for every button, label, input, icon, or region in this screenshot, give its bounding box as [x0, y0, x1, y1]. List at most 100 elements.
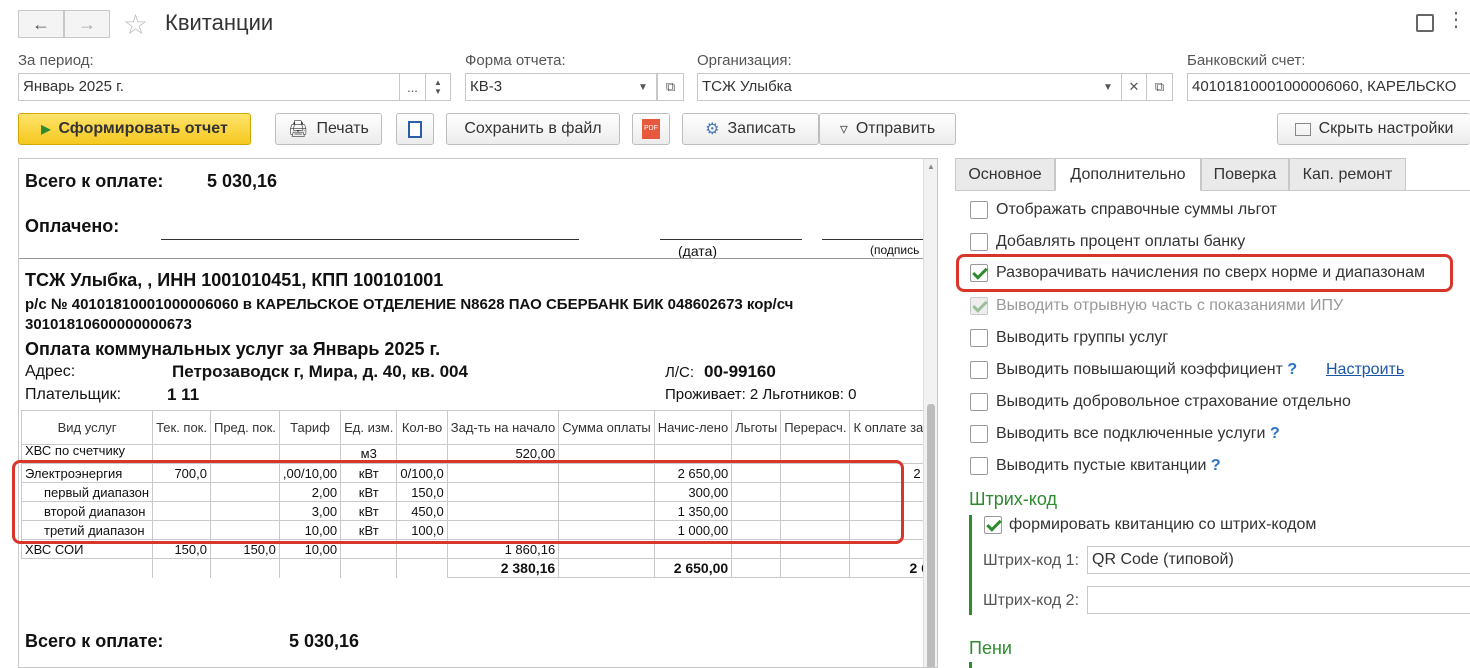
hide-settings-button[interactable]: Скрыть настройки — [1277, 113, 1470, 145]
pdf-icon: PDF — [642, 119, 660, 139]
report-document[interactable]: Всего к оплате: 5 030,16 Оплачено: (дата… — [18, 158, 938, 668]
org-field[interactable]: ТСЖ Улыбка — [697, 73, 1122, 101]
dropdown-icon[interactable]: ▼ — [630, 74, 656, 100]
checkbox-coefficient[interactable] — [970, 361, 988, 379]
back-button[interactable]: ← — [18, 10, 64, 38]
address-label: Адрес: — [25, 363, 76, 380]
option-bank-percent: Добавлять процент оплаты банку — [996, 233, 1246, 250]
printer-icon: 🖨 — [288, 121, 309, 138]
more-icon[interactable]: ⋮ — [1446, 10, 1466, 30]
clear-icon[interactable]: ✕ — [1121, 73, 1147, 101]
form-label: Форма отчета: — [465, 52, 566, 69]
date-line — [660, 239, 802, 240]
org-line: ТСЖ Улыбка, , ИНН 1001010451, КПП 100101… — [25, 270, 444, 290]
barcode1-label: Штрих-код 1: — [983, 552, 1080, 569]
barcode1-field[interactable]: QR Code (типовой) — [1087, 546, 1470, 574]
col-header: Тариф — [278, 410, 342, 445]
option-empty-receipts: Выводить пустые квитанции ? — [996, 457, 1221, 474]
col-header: Льготы — [731, 410, 782, 445]
checkbox-barcode[interactable] — [984, 516, 1002, 534]
send-button[interactable]: ▿ Отправить — [819, 113, 956, 145]
payer-value: 1 11 — [167, 385, 200, 404]
date-label: (дата) — [678, 243, 718, 259]
highlight-box-option — [956, 254, 1453, 292]
generate-report-button[interactable]: ▶ Сформировать отчет — [18, 113, 251, 145]
col-header: Начис-лено — [653, 410, 733, 445]
help-icon[interactable]: ? — [1211, 457, 1221, 474]
preview-button[interactable] — [396, 113, 434, 145]
table-total-row: 2 380,16 2 650,00 2 650,00 5 — [21, 558, 937, 578]
barcode2-field[interactable] — [1087, 586, 1470, 614]
tab-capital-repair[interactable]: Кап. ремонт — [1289, 158, 1406, 191]
preview-icon — [408, 120, 422, 138]
tab-main[interactable]: Основное — [955, 158, 1055, 191]
open-icon: ⧉ — [665, 79, 676, 94]
help-icon[interactable]: ? — [1287, 361, 1297, 378]
ls-label: Л/С: — [665, 364, 695, 381]
address-value: Петрозаводск г, Мира, д. 40, кв. 004 — [172, 362, 468, 381]
period-stepper[interactable]: ▲ ▼ — [425, 73, 451, 101]
sign-label: (подпись — [870, 243, 920, 257]
arrow-left-icon: ← — [32, 13, 50, 34]
bank-field[interactable]: 40101810001000006060, КАРЕЛЬСКО — [1187, 73, 1470, 101]
forward-button[interactable]: → — [64, 10, 110, 38]
star-icon[interactable]: ☆ — [123, 8, 148, 41]
peni-section-title: Пени — [969, 638, 1012, 658]
bank-label: Банковский счет: — [1187, 52, 1306, 69]
lives-info: Проживает: 2 Льготников: 0 — [665, 386, 857, 403]
arrow-right-icon: → — [78, 13, 96, 34]
checkbox-show-benefits[interactable] — [970, 201, 988, 219]
sign-line — [822, 239, 932, 240]
checkbox-service-groups[interactable] — [970, 329, 988, 347]
option-coefficient: Выводить повышающий коэффициент ? — [996, 361, 1298, 378]
save-file-button[interactable]: Сохранить в файл — [446, 113, 620, 145]
col-header: Тек. пок. — [152, 410, 211, 445]
save-icon[interactable] — [1416, 14, 1434, 32]
period-select-button[interactable]: ... — [399, 73, 426, 101]
form-open-button[interactable]: ⧉ — [657, 73, 684, 101]
tab-verification[interactable]: Поверка — [1201, 158, 1289, 191]
account-line-1: р/с № 40101810001000006060 в КАРЕЛЬСКОЕ … — [25, 296, 794, 313]
period-field[interactable]: Январь 2025 г. — [18, 73, 400, 101]
configure-link[interactable]: Настроить — [1326, 361, 1404, 379]
col-header: Вид услуг — [20, 410, 154, 445]
help-icon[interactable]: ? — [1270, 425, 1280, 442]
total-label: Всего к оплате: — [25, 171, 164, 191]
checkbox-ipu-readings — [970, 297, 988, 315]
option-service-groups: Выводить группы услуг — [996, 329, 1169, 346]
option-all-services: Выводить все подключенные услуги ? — [996, 425, 1280, 442]
open-icon: ⧉ — [1154, 79, 1165, 94]
total2-label: Всего к оплате: — [25, 631, 164, 651]
total-value: 5 030,16 — [207, 171, 278, 191]
total2-value: 5 030,16 — [289, 631, 360, 651]
ls-value: 00-99160 — [704, 362, 776, 381]
report-scrollbar[interactable]: ▲ — [923, 159, 937, 667]
scroll-up-icon[interactable]: ▲ — [927, 162, 935, 171]
write-button[interactable]: ⚙ Записать — [682, 113, 819, 145]
paid-label: Оплачено: — [25, 216, 120, 236]
tab-additional[interactable]: Дополнительно — [1055, 158, 1201, 191]
option-insurance: Выводить добровольное страхование отдель… — [996, 393, 1351, 410]
option-ipu-readings: Выводить отрывную часть с показаниями ИП… — [996, 297, 1344, 314]
scroll-thumb[interactable] — [927, 404, 935, 667]
pdf-button[interactable]: PDF — [632, 113, 670, 145]
divider — [19, 258, 925, 259]
option-show-benefits: Отображать справочные суммы льгот — [996, 201, 1277, 218]
checkbox-all-services[interactable] — [970, 425, 988, 443]
dropdown-icon[interactable]: ▼ — [1095, 74, 1121, 100]
section-bar — [969, 515, 972, 615]
checkbox-insurance[interactable] — [970, 393, 988, 411]
checkbox-bank-percent[interactable] — [970, 233, 988, 251]
form-field[interactable]: КВ-3 — [465, 73, 657, 101]
account-line-2: 30101810600000000673 — [25, 316, 192, 333]
print-button[interactable]: 🖨 Печать — [275, 113, 382, 145]
option-barcode: формировать квитанцию со штрих-кодом — [1009, 516, 1317, 533]
send-icon: ▿ — [839, 121, 848, 138]
org-open-button[interactable]: ⧉ — [1146, 73, 1173, 101]
table-header: Вид услуг Тек. пок. Пред. пок. Тариф Ед.… — [20, 410, 937, 445]
section-bar — [969, 662, 972, 668]
col-header: Ед. изм. — [340, 410, 398, 445]
checkbox-empty-receipts[interactable] — [970, 457, 988, 475]
settings-list-icon — [1294, 122, 1311, 136]
payer-label: Плательщик: — [25, 386, 122, 403]
